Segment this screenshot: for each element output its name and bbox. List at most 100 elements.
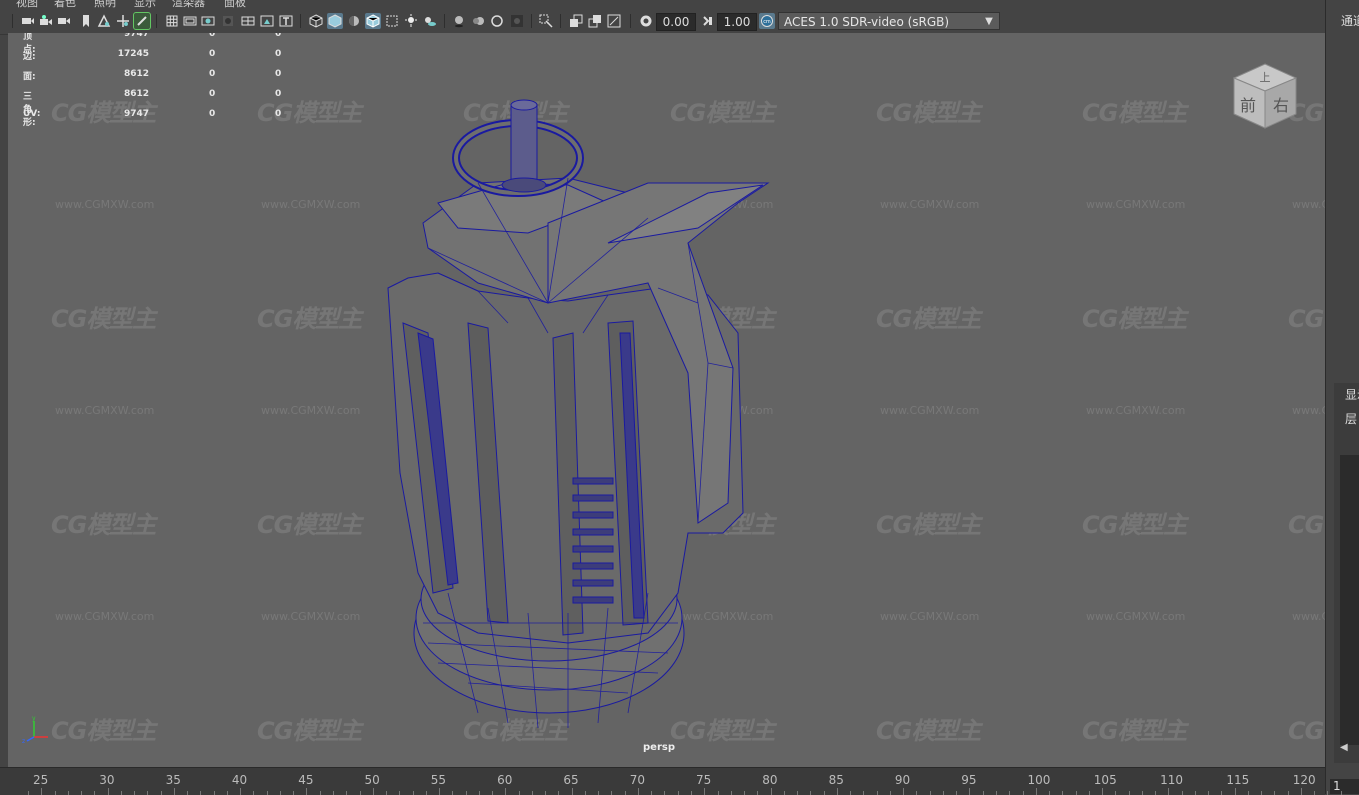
grease-pencil-icon[interactable]	[133, 12, 151, 30]
wireframe-on-shaded-icon[interactable]	[365, 13, 381, 29]
timeline-tick-mark	[1194, 791, 1196, 795]
timeline-tick-mark	[916, 791, 918, 795]
viewcube-right-label[interactable]: 右	[1273, 96, 1289, 115]
depth-of-field-icon[interactable]	[509, 13, 525, 29]
display-layer-tab[interactable]: 显示	[1345, 386, 1359, 403]
menu-show[interactable]: 显示	[134, 0, 156, 8]
timeline-tick-mark	[1022, 791, 1024, 795]
timeline-tick-label: 80	[762, 773, 778, 787]
timeline-tick-mark	[253, 791, 255, 795]
timeline-tick-mark	[850, 791, 852, 795]
timeline-tick-mark	[346, 791, 348, 795]
default-material-icon[interactable]	[346, 13, 362, 29]
timeline-tick-label: 65	[563, 773, 579, 787]
timeline-tick-label: 95	[961, 773, 977, 787]
exposure-icon[interactable]	[638, 13, 654, 29]
panel-menu-bar: 视图 着色 照明 显示 渲染器 面板	[0, 0, 1325, 8]
timeline-tick-mark	[1075, 791, 1077, 795]
timeline-tick-mark	[611, 791, 613, 795]
timeline-tick-mark	[120, 791, 122, 795]
timeline-tick-mark	[942, 791, 944, 795]
timeline-tick-mark	[1208, 791, 1210, 795]
use-all-lights-icon[interactable]	[403, 13, 419, 29]
xray-icon[interactable]	[384, 13, 400, 29]
color-management-dropdown[interactable]: ACES 1.0 SDR-video (sRGB) ▼	[778, 12, 1000, 30]
3d-viewport[interactable]: CG模型主CG模型主CG模型主CG模型主CG模型主CG模型主CG模型主CG模型主…	[8, 33, 1325, 767]
color-management-value: ACES 1.0 SDR-video (sRGB)	[784, 15, 950, 29]
scroll-left-icon[interactable]: ◀	[1340, 742, 1348, 753]
timeline-tick-mark	[1088, 791, 1090, 795]
timeline-tick-mark	[810, 791, 812, 795]
view-cube[interactable]: 上 前 右	[1230, 61, 1300, 131]
image-plane-icon[interactable]	[78, 13, 94, 29]
backface-icon[interactable]	[606, 13, 622, 29]
timeline-tick-mark	[147, 791, 149, 795]
film-gate-icon[interactable]	[182, 13, 198, 29]
timeline-tick-mark	[425, 791, 427, 795]
toolbar-separator	[444, 14, 445, 28]
timeline-tick-mark	[1009, 791, 1011, 795]
timeline-tick-label: 85	[828, 773, 844, 787]
timeline-tick-mark	[995, 791, 997, 795]
multisample-aa-icon[interactable]	[489, 13, 505, 29]
grenade-mesh-render[interactable]	[8, 33, 1325, 767]
channel-box-tab[interactable]: 通道	[1341, 12, 1359, 29]
viewcube-front-label[interactable]: 前	[1240, 96, 1256, 115]
timeline-tick-label: 35	[165, 773, 181, 787]
camera-attributes-icon[interactable]	[38, 13, 54, 29]
xray-joints-icon[interactable]	[568, 13, 584, 29]
motion-blur-icon[interactable]	[470, 13, 486, 29]
2d-pan-icon[interactable]	[115, 13, 131, 29]
timeline-tick-mark	[200, 791, 202, 795]
camera-select-icon[interactable]	[20, 13, 36, 29]
safe-action-icon[interactable]	[259, 13, 275, 29]
toolbar-separator	[630, 14, 631, 28]
layer-list[interactable]	[1340, 455, 1359, 745]
toolbar-separator	[560, 14, 561, 28]
xray-active-icon[interactable]	[587, 13, 603, 29]
gamma-field[interactable]: 1.00	[717, 13, 757, 31]
safe-title-icon[interactable]	[278, 13, 294, 29]
timeline-tick-mark	[797, 791, 799, 795]
menu-panels[interactable]: 面板	[224, 0, 246, 8]
timeline-tick-mark	[213, 791, 215, 795]
view-transform-icon[interactable]: cm	[759, 13, 775, 29]
gamma-icon[interactable]	[700, 13, 716, 29]
gate-mask-icon[interactable]	[220, 13, 236, 29]
timeline-tick-mark	[67, 791, 69, 795]
field-chart-icon[interactable]	[240, 13, 256, 29]
svg-text:z: z	[22, 738, 25, 743]
menu-view[interactable]: 视图	[16, 0, 38, 8]
isolate-select-icon[interactable]	[538, 13, 554, 29]
timeline-tick-mark	[1340, 791, 1342, 795]
bookmark-icon[interactable]	[56, 13, 72, 29]
timeline-tick-mark	[1314, 791, 1316, 795]
exposure-field[interactable]: 0.00	[656, 13, 696, 31]
timeline-tick-mark	[266, 791, 268, 795]
2d-pan-zoom-icon[interactable]	[96, 13, 112, 29]
timeline-tick-mark	[1181, 791, 1183, 795]
timeline-tick-label: 75	[696, 773, 712, 787]
timeline-tick-mark	[823, 791, 825, 795]
frame-start-field[interactable]: 1	[1330, 779, 1359, 794]
shadows-icon[interactable]	[422, 13, 438, 29]
timeline-tick-mark	[982, 791, 984, 795]
chevron-down-icon: ▼	[985, 16, 993, 27]
screen-space-ao-icon[interactable]	[451, 13, 467, 29]
layers-menu[interactable]: 层	[1345, 410, 1357, 427]
timeline-tick-mark	[717, 791, 719, 795]
menu-lighting[interactable]: 照明	[94, 0, 116, 8]
menu-renderer[interactable]: 渲染器	[172, 0, 205, 8]
timeline-tick-mark	[134, 791, 136, 795]
grid-icon[interactable]	[164, 13, 180, 29]
timeline-tick-mark	[399, 791, 401, 795]
viewcube-top-label[interactable]: 上	[1260, 71, 1271, 84]
menu-shading[interactable]: 着色	[54, 0, 76, 8]
wireframe-icon[interactable]	[308, 13, 324, 29]
smooth-shade-icon[interactable]	[327, 13, 343, 29]
timeline-tick-mark	[1274, 791, 1276, 795]
resolution-gate-icon[interactable]	[200, 13, 216, 29]
timeline-tick-label: 50	[364, 773, 380, 787]
svg-text:cm: cm	[763, 19, 771, 25]
time-slider[interactable]: 25 30 35 40 45 50 55 60 65 70 75 80 85 90 95 100 105 110 1…	[0, 767, 1342, 795]
